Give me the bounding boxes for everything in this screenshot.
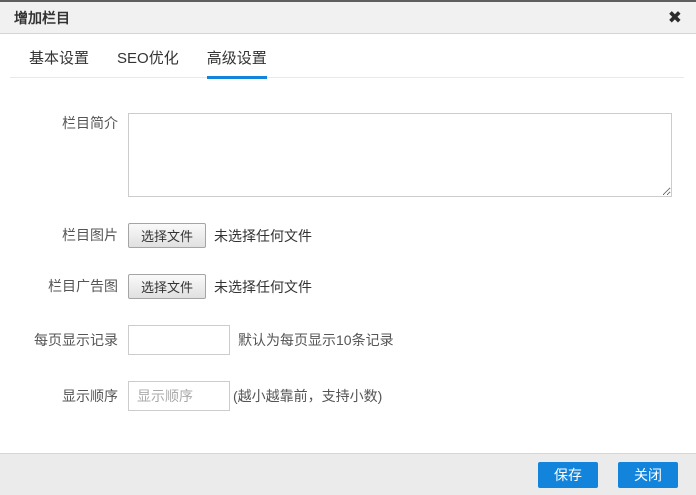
ad-image-file-status: 未选择任何文件 [214,277,312,297]
image-choose-file-button[interactable]: 选择文件 [128,223,206,248]
image-control: 选择文件 未选择任何文件 [128,223,312,248]
modal-footer: 保存 关闭 [0,453,696,495]
image-row: 栏目图片 选择文件 未选择任何文件 [0,223,696,248]
close-button[interactable]: 关闭 [618,462,678,488]
intro-label: 栏目简介 [0,113,118,132]
order-hint: (越小越靠前，支持小数) [233,386,382,406]
page-size-hint: 默认为每页显示10条记录 [238,330,394,350]
modal-header: 增加栏目 ✖ [0,0,696,34]
tab-advanced-settings[interactable]: 高级设置 [207,47,267,79]
ad-image-row: 栏目广告图 选择文件 未选择任何文件 [0,274,696,299]
tab-bar: 基本设置 SEO优化 高级设置 [10,47,684,78]
image-file-status: 未选择任何文件 [214,226,312,246]
intro-textarea[interactable] [128,113,672,197]
page-size-input[interactable] [128,325,230,355]
order-row: 显示顺序 (越小越靠前，支持小数) [0,381,696,411]
ad-image-control: 选择文件 未选择任何文件 [128,274,312,299]
page-size-control: 默认为每页显示10条记录 [128,325,394,355]
ad-image-choose-file-button[interactable]: 选择文件 [128,274,206,299]
ad-image-label: 栏目广告图 [0,274,118,299]
order-control: (越小越靠前，支持小数) [128,381,382,411]
tab-basic-settings[interactable]: 基本设置 [29,47,89,79]
image-label: 栏目图片 [0,223,118,248]
order-input[interactable] [128,381,230,411]
add-column-modal: 增加栏目 ✖ 基本设置 SEO优化 高级设置 栏目简介 栏目图片 选择文件 未选… [0,0,696,411]
modal-title: 增加栏目 [14,8,70,28]
intro-control [128,113,672,197]
order-label: 显示顺序 [0,384,118,409]
save-button[interactable]: 保存 [538,462,598,488]
page-size-label: 每页显示记录 [0,328,118,353]
tab-seo-optimization[interactable]: SEO优化 [117,47,179,79]
close-icon[interactable]: ✖ [668,9,682,26]
advanced-settings-form: 栏目简介 栏目图片 选择文件 未选择任何文件 栏目广告图 选择文件 未选择任何文… [0,78,696,411]
page-size-row: 每页显示记录 默认为每页显示10条记录 [0,325,696,355]
intro-row: 栏目简介 [0,113,696,197]
